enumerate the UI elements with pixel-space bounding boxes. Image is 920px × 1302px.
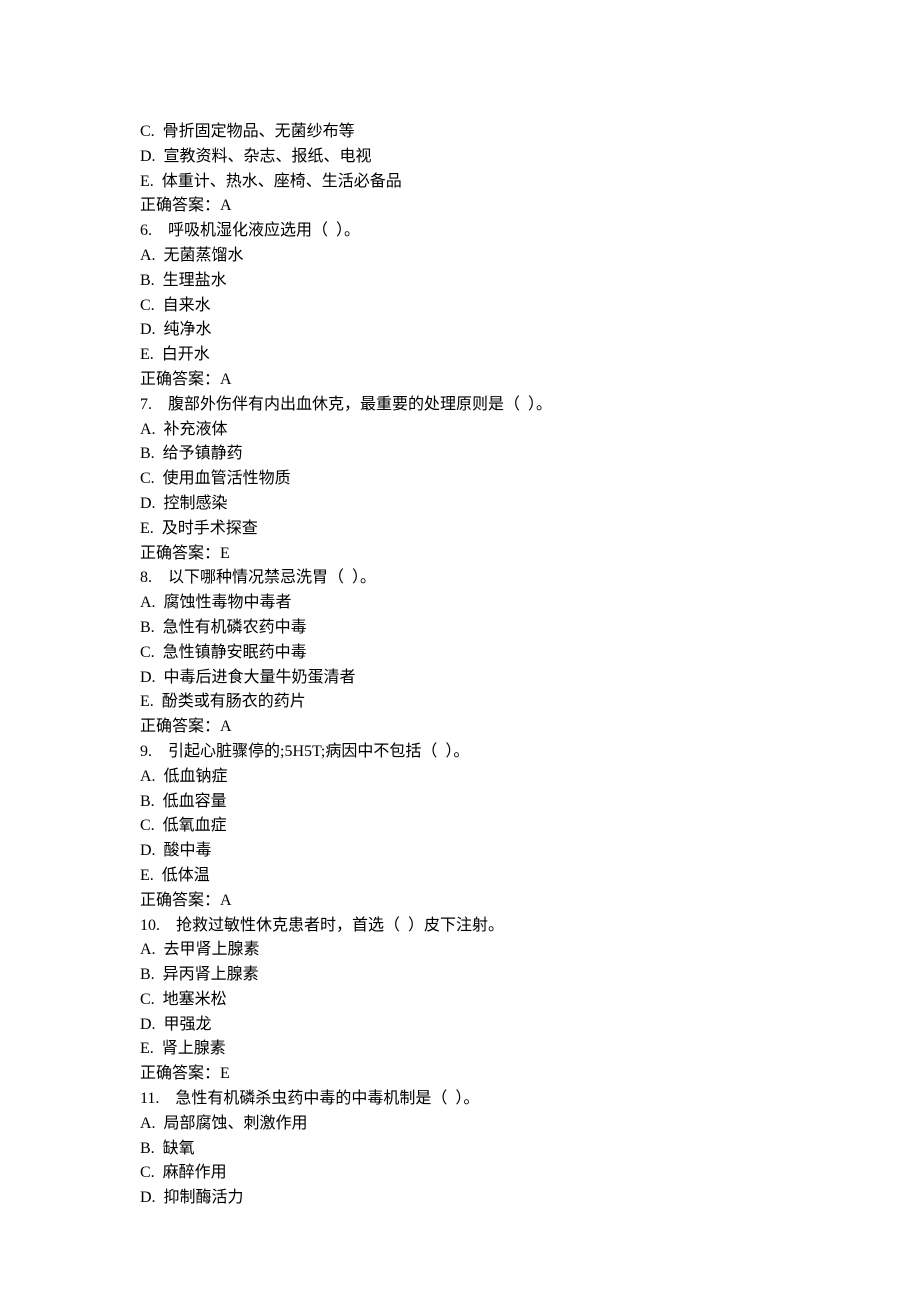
question-line: 7. 腹部外伤伴有内出血休克，最重要的处理原则是（ ）。 bbox=[140, 393, 780, 418]
text-line: E. 体重计、热水、座椅、生活必备品 bbox=[140, 170, 780, 195]
text-line: A. 腐蚀性毒物中毒者 bbox=[140, 591, 780, 616]
text-line: C. 自来水 bbox=[140, 294, 780, 319]
text-line: C. 麻醉作用 bbox=[140, 1161, 780, 1186]
text-line: E. 酚类或有肠衣的药片 bbox=[140, 690, 780, 715]
answer-line: 正确答案：A bbox=[140, 889, 780, 914]
text-line: E. 及时手术探查 bbox=[140, 517, 780, 542]
text-line: B. 异丙肾上腺素 bbox=[140, 963, 780, 988]
text-line: E. 低体温 bbox=[140, 864, 780, 889]
text-line: A. 低血钠症 bbox=[140, 765, 780, 790]
answer-line: 正确答案：A bbox=[140, 715, 780, 740]
text-line: D. 抑制酶活力 bbox=[140, 1186, 780, 1211]
text-line: B. 生理盐水 bbox=[140, 269, 780, 294]
text-line: B. 低血容量 bbox=[140, 790, 780, 815]
document-page: C. 骨折固定物品、无菌纱布等 D. 宣教资料、杂志、报纸、电视 E. 体重计、… bbox=[0, 0, 920, 1211]
text-line: D. 酸中毒 bbox=[140, 839, 780, 864]
text-line: C. 骨折固定物品、无菌纱布等 bbox=[140, 120, 780, 145]
question-line: 9. 引起心脏骤停的;5H5T;病因中不包括（ ）。 bbox=[140, 740, 780, 765]
text-line: C. 急性镇静安眠药中毒 bbox=[140, 641, 780, 666]
text-line: D. 中毒后进食大量牛奶蛋清者 bbox=[140, 666, 780, 691]
text-line: A. 补充液体 bbox=[140, 418, 780, 443]
text-line: D. 甲强龙 bbox=[140, 1013, 780, 1038]
answer-line: 正确答案：A bbox=[140, 194, 780, 219]
text-line: A. 无菌蒸馏水 bbox=[140, 244, 780, 269]
text-line: B. 急性有机磷农药中毒 bbox=[140, 616, 780, 641]
answer-line: 正确答案：A bbox=[140, 368, 780, 393]
question-line: 8. 以下哪种情况禁忌洗胃（ ）。 bbox=[140, 566, 780, 591]
text-line: C. 地塞米松 bbox=[140, 988, 780, 1013]
text-line: A. 去甲肾上腺素 bbox=[140, 938, 780, 963]
text-line: D. 控制感染 bbox=[140, 492, 780, 517]
answer-line: 正确答案：E bbox=[140, 542, 780, 567]
question-line: 10. 抢救过敏性休克患者时，首选（ ）皮下注射。 bbox=[140, 914, 780, 939]
text-line: E. 白开水 bbox=[140, 343, 780, 368]
text-line: D. 宣教资料、杂志、报纸、电视 bbox=[140, 145, 780, 170]
answer-line: 正确答案：E bbox=[140, 1062, 780, 1087]
question-line: 6. 呼吸机湿化液应选用（ ）。 bbox=[140, 219, 780, 244]
text-line: C. 低氧血症 bbox=[140, 814, 780, 839]
text-line: B. 缺氧 bbox=[140, 1137, 780, 1162]
text-line: A. 局部腐蚀、刺激作用 bbox=[140, 1112, 780, 1137]
text-line: C. 使用血管活性物质 bbox=[140, 467, 780, 492]
text-line: D. 纯净水 bbox=[140, 318, 780, 343]
text-line: B. 给予镇静药 bbox=[140, 442, 780, 467]
text-line: E. 肾上腺素 bbox=[140, 1037, 780, 1062]
question-line: 11. 急性有机磷杀虫药中毒的中毒机制是（ ）。 bbox=[140, 1087, 780, 1112]
